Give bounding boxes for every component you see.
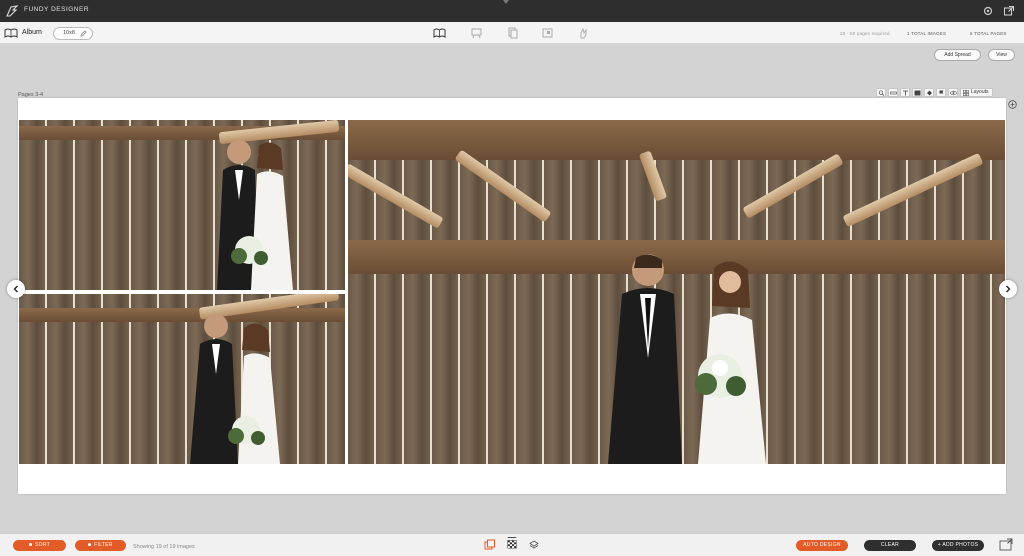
clear-button[interactable]: CLEAR — [864, 540, 916, 551]
couple-figure — [608, 254, 766, 464]
layouts-button[interactable]: Layouts — [960, 88, 993, 97]
fill-icon[interactable] — [924, 88, 934, 97]
filter-label: FILTER — [94, 542, 113, 548]
album-spread[interactable] — [18, 98, 1006, 494]
view-button[interactable]: View — [988, 49, 1015, 61]
cards-icon[interactable] — [506, 27, 519, 39]
album-size-selector[interactable]: 10x8 — [53, 27, 93, 40]
couple-figure — [190, 314, 280, 464]
filter-button[interactable]: FILTER — [75, 540, 126, 551]
total-pages-count: 6 TOTAL PAGES — [970, 31, 1007, 36]
album-icon — [4, 28, 18, 38]
page-tools: Layouts — [876, 88, 993, 97]
title-bar: FUNDY DESIGNER — [0, 0, 1024, 22]
photo-couple-standing[interactable] — [348, 120, 1005, 464]
fundy-logo-icon — [6, 5, 19, 17]
zoom-icon[interactable] — [876, 88, 886, 97]
checker-grid-icon[interactable] — [506, 537, 518, 549]
flag-icon[interactable] — [936, 88, 946, 97]
pages-required-text: 20 - 50 pages required — [840, 31, 890, 36]
ruler-icon[interactable] — [888, 88, 898, 97]
menu-dropdown-indicator[interactable] — [503, 0, 509, 4]
filter-icon — [88, 543, 92, 547]
sort-label: SORT — [35, 542, 50, 548]
external-link-icon[interactable] — [1003, 5, 1015, 17]
add-photos-button[interactable]: + ADD PHOTOS — [932, 540, 984, 551]
auto-design-label: AUTO DESIGN — [803, 542, 841, 548]
top-beam — [348, 120, 1005, 160]
settings-icon[interactable] — [982, 5, 994, 17]
total-images-count: 1 TOTAL IMAGES — [907, 31, 947, 36]
chevron-right-icon — [1006, 285, 1011, 293]
pencil-icon — [80, 30, 87, 37]
photo-couple-kiss[interactable] — [19, 120, 345, 290]
layouts-label: Layouts — [971, 89, 989, 95]
clear-label: CLEAR — [880, 542, 900, 548]
grid-icon — [963, 90, 969, 96]
auto-design-button[interactable]: AUTO DESIGN — [796, 540, 848, 551]
chevron-left-icon — [13, 285, 18, 293]
export-image-icon[interactable] — [999, 538, 1013, 551]
add-page-icon[interactable] — [1008, 100, 1017, 109]
couple-figure — [217, 140, 293, 290]
next-spread-button[interactable] — [999, 280, 1017, 298]
add-spread-button[interactable]: Add Spread — [934, 49, 981, 61]
photo-couple-smile[interactable] — [19, 294, 345, 464]
app-title: FUNDY DESIGNER — [24, 6, 90, 13]
add-photos-label: + ADD PHOTOS — [937, 542, 979, 548]
main-toolbar: Album 10x8 20 - 50 pages required 1 TOTA… — [0, 22, 1024, 44]
sort-icon — [29, 543, 32, 547]
bottom-bar: SORT FILTER Showing 19 of 19 images AUTO… — [0, 533, 1024, 556]
eye-icon[interactable] — [948, 88, 958, 97]
hands-icon[interactable] — [577, 27, 590, 39]
showing-count: Showing 19 of 19 images — [133, 544, 195, 550]
album-label: Album — [22, 29, 42, 36]
album-size-value: 10x8 — [63, 30, 75, 36]
layers-icon[interactable] — [528, 539, 540, 551]
image-icon[interactable] — [912, 88, 922, 97]
proofs-icon[interactable] — [541, 27, 554, 39]
album-mode-icon[interactable] — [433, 27, 446, 39]
text-icon[interactable] — [900, 88, 910, 97]
sort-button[interactable]: SORT — [13, 540, 66, 551]
photos-stack-icon[interactable] — [484, 539, 496, 551]
previous-spread-button[interactable] — [7, 280, 25, 298]
wall-art-icon[interactable] — [470, 27, 483, 39]
